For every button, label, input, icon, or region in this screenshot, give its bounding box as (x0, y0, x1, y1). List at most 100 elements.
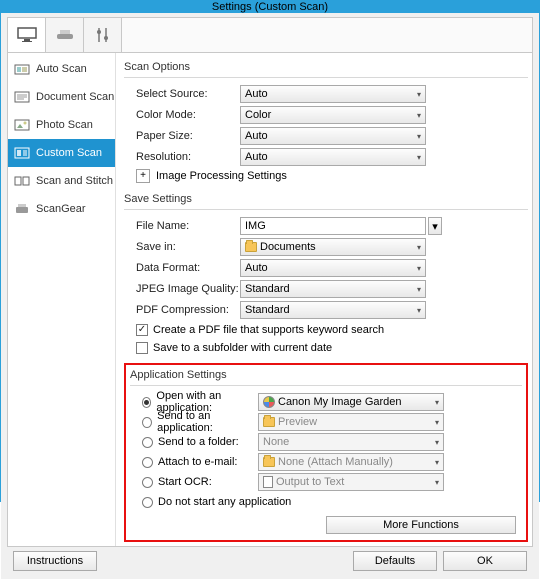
chevron-down-icon: ▾ (417, 285, 421, 294)
scan-options-title: Scan Options (124, 61, 528, 73)
sidebar: Auto Scan Document Scan Photo Scan Custo… (8, 53, 116, 546)
window-title: Settings (Custom Scan) (212, 1, 328, 13)
open-with-dropdown[interactable]: Canon My Image Garden▾ (258, 393, 444, 411)
send-folder-dropdown[interactable]: None▾ (258, 433, 444, 451)
defaults-button[interactable]: Defaults (353, 551, 437, 571)
chevron-down-icon: ▾ (417, 264, 421, 273)
scangear-icon (14, 202, 30, 216)
application-settings-highlight: Application Settings Open with an applic… (124, 363, 528, 542)
divider (124, 209, 528, 210)
do-not-start-radio[interactable]: Do not start any application (130, 496, 291, 508)
footer: Instructions Defaults OK (7, 547, 533, 575)
sidebar-item-custom-scan[interactable]: Custom Scan (8, 139, 115, 167)
settings-panel: Scan Options Select Source: Auto▾ Color … (116, 53, 532, 546)
paper-size-dropdown[interactable]: Auto▾ (240, 127, 426, 145)
chevron-down-icon: ▾ (435, 398, 439, 407)
toolbar (7, 17, 533, 53)
select-source-dropdown[interactable]: Auto▾ (240, 85, 426, 103)
resolution-label: Resolution: (124, 151, 240, 163)
folder-icon (263, 417, 275, 427)
attach-email-radio[interactable]: Attach to e-mail: (130, 456, 258, 468)
sidebar-item-label: Auto Scan (36, 63, 87, 75)
app-icon (263, 396, 275, 408)
radio-icon (142, 497, 153, 508)
attach-email-dropdown[interactable]: None (Attach Manually)▾ (258, 453, 444, 471)
color-mode-dropdown[interactable]: Color▾ (240, 106, 426, 124)
app-settings-title: Application Settings (130, 369, 522, 381)
data-format-label: Data Format: (124, 262, 240, 274)
chevron-down-icon: ▾ (435, 478, 439, 487)
radio-icon (142, 457, 153, 468)
image-processing-label: Image Processing Settings (156, 170, 287, 182)
auto-scan-icon (14, 62, 30, 76)
divider (124, 77, 528, 78)
sidebar-item-auto-scan[interactable]: Auto Scan (8, 55, 115, 83)
tab-general-settings[interactable] (84, 18, 122, 52)
sidebar-item-document-scan[interactable]: Document Scan (8, 83, 115, 111)
image-processing-expand[interactable]: + Image Processing Settings (124, 169, 528, 183)
photo-scan-icon (14, 118, 30, 132)
file-name-input[interactable]: IMG (240, 217, 426, 235)
tab-scan-from-panel[interactable] (46, 18, 84, 52)
start-ocr-dropdown[interactable]: Output to Text▾ (258, 473, 444, 491)
sidebar-item-label: Custom Scan (36, 147, 102, 159)
document-scan-icon (14, 90, 30, 104)
resolution-dropdown[interactable]: Auto▾ (240, 148, 426, 166)
radio-icon (142, 437, 153, 448)
titlebar: Settings (Custom Scan) (1, 1, 539, 13)
ok-button[interactable]: OK (443, 551, 527, 571)
chevron-down-icon: ▾ (417, 90, 421, 99)
content-area: Auto Scan Document Scan Photo Scan Custo… (1, 13, 539, 579)
radio-icon (142, 477, 153, 488)
chevron-down-icon: ▾ (435, 438, 439, 447)
jpeg-quality-dropdown[interactable]: Standard▾ (240, 280, 426, 298)
plus-icon: + (136, 169, 150, 183)
divider (130, 385, 522, 386)
pdf-compression-label: PDF Compression: (124, 304, 240, 316)
custom-scan-icon (14, 146, 30, 160)
settings-window: Settings (Custom Scan) Auto Scan (0, 0, 540, 502)
more-functions-button[interactable]: More Functions (326, 516, 516, 534)
main-area: Auto Scan Document Scan Photo Scan Custo… (7, 53, 533, 547)
sidebar-item-photo-scan[interactable]: Photo Scan (8, 111, 115, 139)
checkbox-unchecked-icon (136, 342, 148, 354)
checkbox-checked-icon: ✓ (136, 324, 148, 336)
send-app-radio[interactable]: Send to an application: (130, 410, 258, 434)
sliders-icon (94, 26, 112, 44)
send-app-dropdown[interactable]: Preview▾ (258, 413, 444, 431)
create-pdf-keyword-label: Create a PDF file that supports keyword … (153, 324, 384, 336)
monitor-icon (16, 26, 38, 44)
chevron-down-icon: ▾ (417, 243, 421, 252)
jpeg-quality-label: JPEG Image Quality: (124, 283, 240, 295)
pdf-compression-dropdown[interactable]: Standard▾ (240, 301, 426, 319)
tab-scan-from-computer[interactable] (8, 18, 46, 52)
scanner-icon (54, 26, 76, 44)
sidebar-item-scan-stitch[interactable]: Scan and Stitch (8, 167, 115, 195)
chevron-down-icon: ▾ (417, 111, 421, 120)
sidebar-item-scangear[interactable]: ScanGear (8, 195, 115, 223)
color-mode-label: Color Mode: (124, 109, 240, 121)
data-format-dropdown[interactable]: Auto▾ (240, 259, 426, 277)
folder-icon (245, 242, 257, 252)
file-name-label: File Name: (124, 220, 240, 232)
start-ocr-radio[interactable]: Start OCR: (130, 476, 258, 488)
file-name-dropdown-arrow[interactable]: ▾ (428, 217, 442, 235)
folder-icon (263, 457, 275, 467)
create-pdf-keyword-checkbox[interactable]: ✓ Create a PDF file that supports keywor… (124, 321, 528, 339)
chevron-down-icon: ▾ (435, 458, 439, 467)
select-source-label: Select Source: (124, 88, 240, 100)
save-in-dropdown[interactable]: Documents▾ (240, 238, 426, 256)
stitch-icon (14, 174, 30, 188)
chevron-down-icon: ▾ (435, 418, 439, 427)
save-subfolder-label: Save to a subfolder with current date (153, 342, 332, 354)
instructions-button[interactable]: Instructions (13, 551, 97, 571)
save-settings-title: Save Settings (124, 193, 528, 205)
paper-size-label: Paper Size: (124, 130, 240, 142)
chevron-down-icon: ▾ (417, 153, 421, 162)
sidebar-item-label: Photo Scan (36, 119, 93, 131)
save-subfolder-checkbox[interactable]: Save to a subfolder with current date (124, 339, 528, 357)
send-folder-radio[interactable]: Send to a folder: (130, 436, 258, 448)
document-icon (263, 476, 273, 488)
sidebar-item-label: ScanGear (36, 203, 86, 215)
chevron-down-icon: ▾ (417, 306, 421, 315)
